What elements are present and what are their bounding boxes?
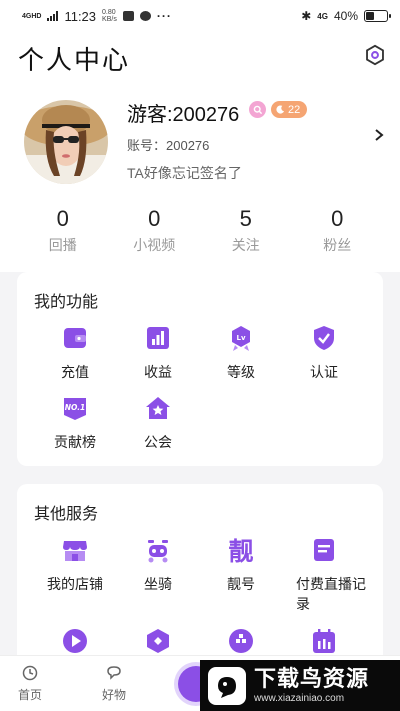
tile-label: 靓号	[227, 576, 255, 592]
nav-home[interactable]: 首页	[0, 664, 60, 703]
stat-following[interactable]: 5 关注	[200, 202, 292, 262]
profile-section[interactable]: 游客:200276 22 账号：200276 TA好像忘记签名了	[0, 82, 400, 202]
function-level[interactable]: Lv 等级	[201, 324, 281, 382]
bluetooth-icon: ✱	[301, 9, 312, 23]
stat-label: 回播	[48, 237, 77, 253]
stat-value: 0	[148, 206, 161, 231]
mail-notification-icon	[122, 11, 134, 21]
nav-goods[interactable]: 好物	[84, 664, 144, 703]
svg-text:靓: 靓	[228, 537, 253, 564]
vip-number-icon: 靓	[228, 537, 253, 564]
play-icon[interactable]	[61, 627, 89, 655]
tile-label: 公会	[144, 434, 172, 450]
shield-star-icon[interactable]	[144, 627, 172, 655]
network-type: 4GHD	[22, 12, 42, 20]
stat-label: 粉丝	[323, 237, 352, 253]
my-functions-card: 我的功能 充值 收益 Lv 等级 认证 NO.1 贡献榜 公会	[17, 272, 383, 466]
function-ranking[interactable]: NO.1 贡献榜	[35, 394, 115, 452]
shop-icon	[63, 541, 87, 561]
level-badge: 22	[271, 101, 308, 118]
level-value: 22	[288, 103, 301, 116]
watermark-url: www.xiazainiao.com	[254, 692, 345, 704]
svg-text:Lv: Lv	[236, 334, 245, 342]
network-speed: 0.80 KB/s	[102, 9, 117, 23]
account-row: 账号：200276	[127, 135, 209, 154]
service-paid-live-record[interactable]: 付费直播记录	[284, 536, 366, 614]
stat-label: 小视频	[133, 237, 176, 253]
service-my-shop[interactable]: 我的店铺	[35, 536, 115, 594]
section-title: 其他服务	[34, 506, 99, 523]
other-services-card: 其他服务 我的店铺 坐骑 靓 靓号 付费直播记录	[17, 484, 383, 664]
right-network-type: 4G	[317, 11, 328, 21]
watermark: 下载鸟资源 www.xiazainiao.com	[200, 660, 400, 711]
svg-text:NO.1: NO.1	[65, 403, 86, 412]
username: 游客:200276	[127, 104, 240, 126]
avatar[interactable]	[24, 100, 108, 184]
stats-row: 0 回播 0 小视频 5 关注 0 粉丝	[0, 202, 400, 262]
service-mount[interactable]: 坐骑	[118, 536, 198, 594]
guild-icon	[146, 397, 170, 419]
paid-live-record-icon	[314, 539, 334, 561]
earnings-icon	[147, 327, 169, 349]
tile-label: 等级	[227, 364, 255, 380]
bird-logo-icon	[208, 666, 246, 705]
watermark-title: 下载鸟资源	[254, 665, 370, 691]
ranking-icon: NO.1	[64, 398, 86, 420]
stat-value: 0	[331, 206, 344, 231]
calendar-icon[interactable]	[310, 627, 338, 655]
more-notifications-icon: ···	[156, 9, 172, 23]
community-icon[interactable]	[227, 627, 255, 655]
section-title: 我的功能	[34, 294, 99, 311]
nav-label: 好物	[101, 688, 126, 702]
status-time: 11:23	[64, 8, 97, 24]
search-badge-icon	[249, 101, 266, 118]
function-guild[interactable]: 公会	[118, 394, 198, 452]
tile-label: 认证	[310, 364, 338, 380]
verify-icon	[314, 326, 334, 350]
mount-icon	[148, 540, 168, 563]
chat-notification-icon	[139, 11, 151, 21]
service-vip-number[interactable]: 靓 靓号	[201, 536, 281, 594]
settings-icon[interactable]	[364, 44, 386, 66]
function-recharge[interactable]: 充值	[35, 324, 115, 382]
level-icon: Lv	[232, 326, 250, 351]
chevron-right-icon[interactable]	[374, 128, 384, 142]
moon-icon	[276, 105, 285, 114]
stat-short-videos[interactable]: 0 小视频	[109, 202, 201, 262]
tile-label: 坐骑	[144, 576, 172, 592]
stat-fans[interactable]: 0 粉丝	[292, 202, 384, 262]
tile-label: 收益	[144, 364, 172, 380]
account-label: 账号：	[127, 138, 167, 153]
stat-replay[interactable]: 0 回播	[17, 202, 109, 262]
signal-icon	[47, 11, 59, 21]
function-verify[interactable]: 认证	[284, 324, 364, 382]
stat-value: 5	[239, 206, 252, 231]
wallet-icon	[64, 328, 86, 348]
function-earnings[interactable]: 收益	[118, 324, 198, 382]
stat-label: 关注	[231, 237, 260, 253]
header: 个人中心	[0, 32, 400, 82]
stat-value: 0	[56, 206, 69, 231]
account-id: 200276	[166, 138, 210, 153]
battery-percent: 40%	[333, 9, 358, 23]
goods-icon	[107, 666, 121, 680]
battery-icon	[364, 10, 391, 22]
status-bar: 4GHD 11:23 0.80 KB/s ··· ✱ 4G 40%	[0, 0, 400, 32]
home-icon	[22, 665, 38, 681]
page-title: 个人中心	[18, 45, 131, 75]
tile-label: 付费直播记录	[296, 576, 366, 612]
divider	[0, 262, 400, 272]
tile-label: 充值	[61, 364, 89, 380]
nav-label: 首页	[17, 688, 42, 702]
signature: TA好像忘记签名了	[127, 165, 242, 181]
tile-label: 贡献榜	[54, 434, 96, 450]
tile-label: 我的店铺	[47, 576, 103, 592]
